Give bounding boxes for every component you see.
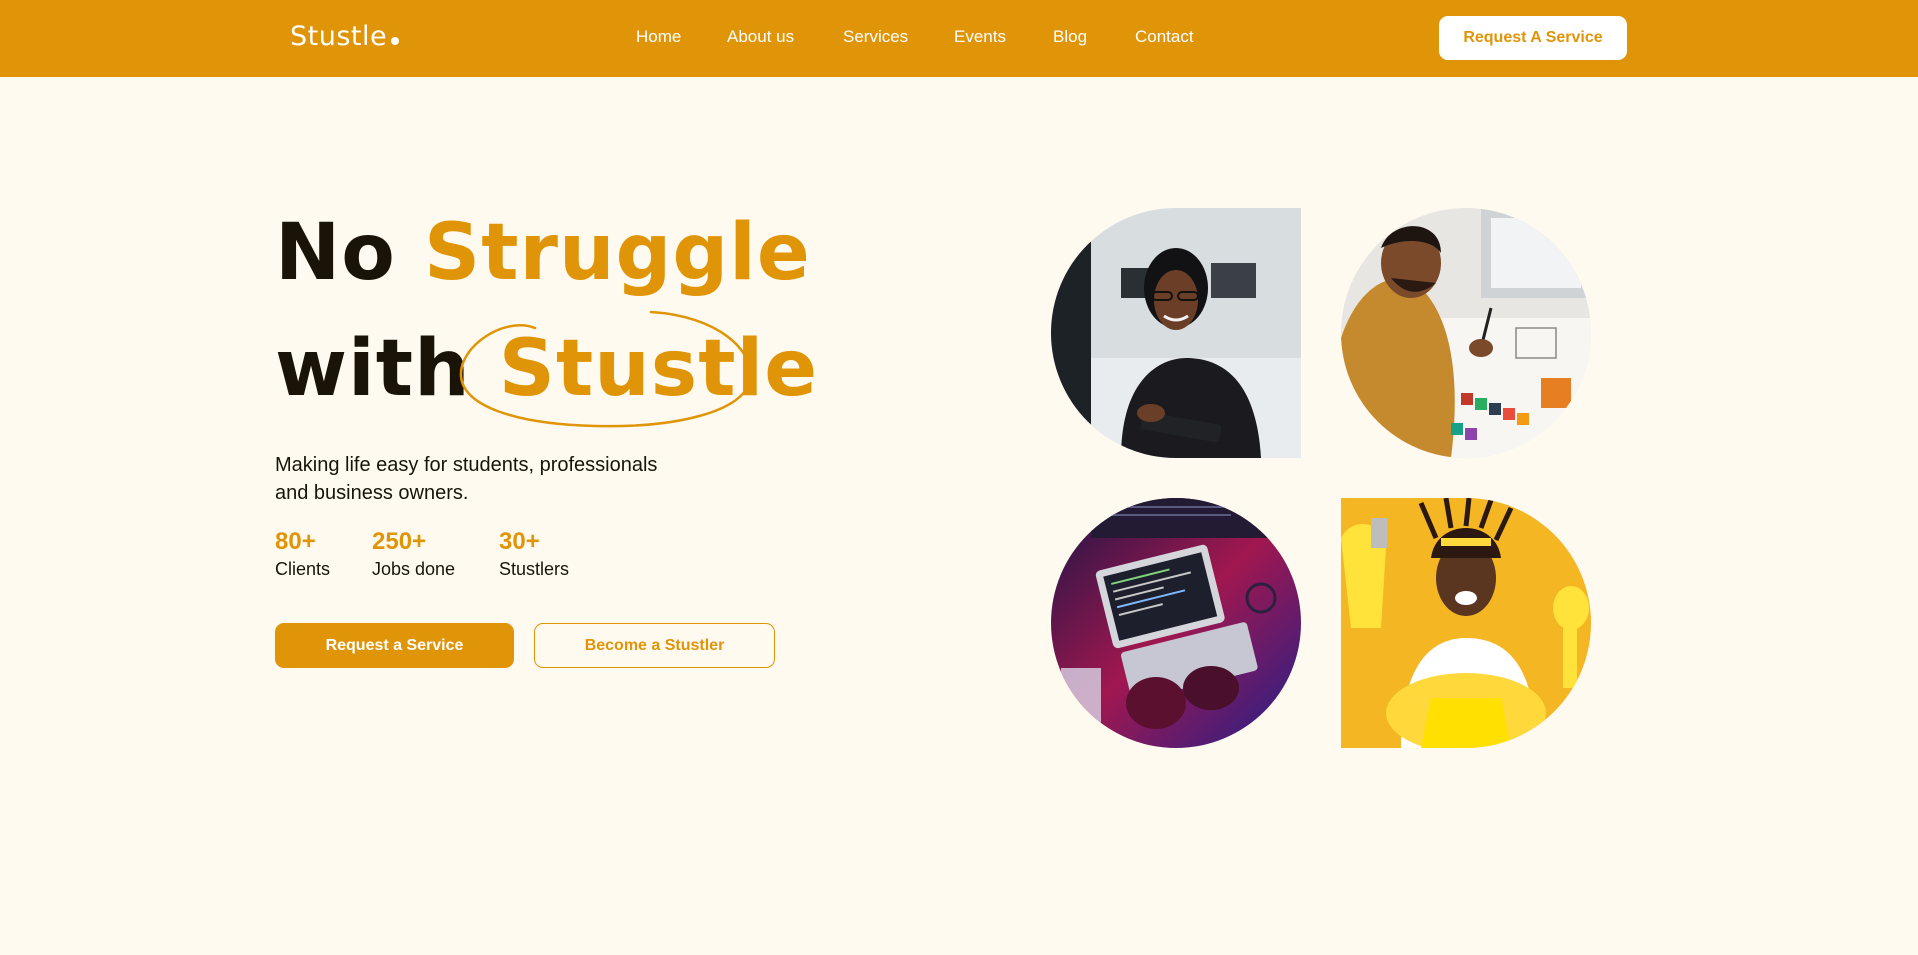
stat-stustlers: 30+ Stustlers — [499, 527, 569, 581]
nav-link-home[interactable]: Home — [636, 27, 681, 47]
woman-cleaning-supplies-photo — [1341, 498, 1591, 748]
laptop-coding-photo — [1051, 498, 1301, 748]
nav-link-services[interactable]: Services — [843, 27, 908, 47]
become-stustler-button[interactable]: Become a Stustler — [534, 623, 775, 668]
stat-value: 30+ — [499, 528, 540, 555]
hero-title-with: with — [275, 324, 471, 414]
stat-label: Clients — [275, 559, 331, 579]
nav-link-events[interactable]: Events — [954, 27, 1006, 47]
man-design-sketching-photo — [1341, 208, 1591, 458]
nav-link-contact[interactable]: Contact — [1135, 27, 1194, 47]
hero-subtitle: Making life easy for students, professio… — [275, 451, 695, 507]
hero-title-line2: with Stustle — [275, 324, 818, 414]
stat-label: Jobs done — [372, 559, 456, 579]
hero-title-stustle: Stustle — [498, 324, 819, 414]
stat-clients: 80+ Clients — [275, 527, 330, 581]
nav-request-service-button[interactable]: Request A Service — [1439, 16, 1627, 60]
woman-headset-computer-photo — [1051, 208, 1301, 458]
hero-subtitle-line2: and business owners. — [275, 482, 469, 504]
request-service-button[interactable]: Request a Service — [275, 623, 514, 668]
hero-subtitle-line1: Making life easy for students, professio… — [275, 454, 658, 476]
top-navbar: Stustle Home About us Services Events Bl… — [0, 0, 1918, 77]
stat-jobs-done: 250+ Jobs done — [372, 527, 455, 581]
nav-link-about[interactable]: About us — [727, 27, 794, 47]
stat-value: 250+ — [372, 528, 427, 555]
hero-title-no: No — [275, 208, 396, 298]
stat-value: 80+ — [275, 528, 316, 555]
stat-label: Stustlers — [499, 559, 570, 579]
main-nav: Home About us Services Events Blog Conta… — [0, 0, 1918, 77]
nav-link-blog[interactable]: Blog — [1053, 27, 1087, 47]
hero-title-line1: No Struggle — [275, 208, 811, 298]
hero-title-struggle: Struggle — [424, 208, 811, 298]
